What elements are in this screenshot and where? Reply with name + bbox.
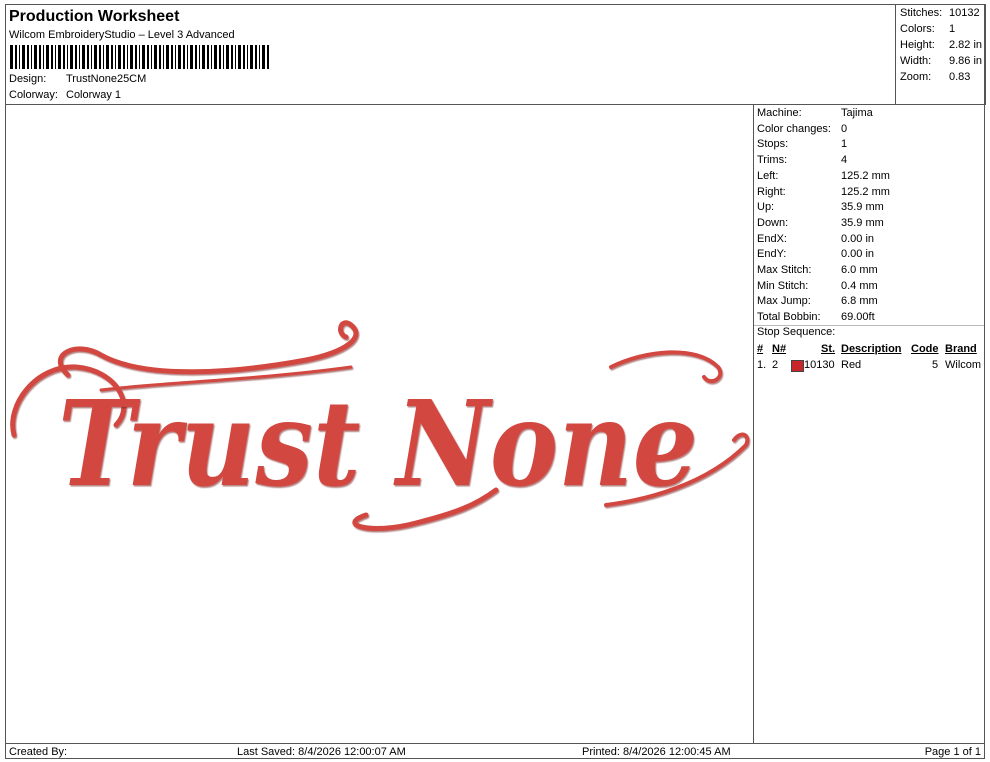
property-row: Trims: 4 — [757, 154, 982, 169]
property-row: Down: 35.9 mm — [757, 217, 982, 232]
property-label: Machine: — [757, 107, 802, 119]
property-value: 35.9 mm — [841, 216, 884, 229]
page-number: Page 1 of 1 — [924, 746, 981, 758]
property-row: EndY: 0.00 in — [757, 248, 982, 263]
barcode-image — [10, 45, 269, 69]
worksheet-header: Production Worksheet Wilcom EmbroiderySt… — [6, 5, 896, 105]
design-preview[interactable]: Trust None — [6, 105, 753, 743]
property-row: Total Bobbin: 69.00ft — [757, 311, 982, 326]
colorway-name: Colorway 1 — [66, 89, 122, 101]
stat-label: Colors: — [900, 23, 935, 35]
stat-value: 0.83 — [949, 71, 971, 83]
property-label: Left: — [757, 169, 779, 182]
cell-needle: 2 — [772, 359, 779, 371]
property-row: Left: 125.2 mm — [757, 170, 982, 185]
property-value: 69.00ft — [841, 311, 875, 324]
property-value: 0.00 in — [841, 248, 875, 261]
properties-panel: Stop Sequence: # N# St. Description Code… — [753, 105, 984, 743]
last-saved: Last Saved: 8/4/2026 12:00:07 AM — [237, 746, 406, 758]
property-label: EndX: — [757, 232, 787, 245]
property-value: 0 — [841, 122, 848, 135]
property-label: Total Bobbin: — [757, 311, 821, 324]
stat-label: Zoom: — [900, 71, 932, 83]
colorway-row: Colorway: Colorway 1 — [9, 89, 121, 101]
colorway-label: Colorway: — [9, 89, 58, 101]
column-header-code: Code — [911, 343, 939, 355]
property-label: Trims: — [757, 154, 788, 167]
color-swatch — [791, 360, 804, 375]
stat-stitches: Stitches: 10132 — [900, 7, 980, 19]
property-label: Max Jump: — [757, 295, 811, 308]
software-name: Wilcom EmbroideryStudio – Level 3 Advanc… — [9, 29, 235, 41]
worksheet-footer: Created By: Last Saved: 8/4/2026 12:00:0… — [6, 743, 984, 760]
property-value: 0.4 mm — [841, 279, 878, 292]
stop-sequence-table: # N# St. Description Code Brand 1. 2 101… — [757, 342, 983, 374]
property-row: Right: 125.2 mm — [757, 186, 982, 201]
column-header-description: Description — [841, 343, 902, 355]
property-row: Color changes: 0 — [757, 123, 982, 138]
stat-zoom: Zoom: 0.83 — [900, 71, 970, 83]
table-row[interactable]: 1. 2 10130 Red 5 Wilcom — [757, 358, 983, 374]
stat-value: 1 — [949, 23, 956, 35]
property-value: 125.2 mm — [841, 185, 890, 198]
property-label: Right: — [757, 185, 786, 198]
column-header-brand: Brand — [945, 343, 977, 355]
property-label: Color changes: — [757, 122, 831, 135]
property-label: Down: — [757, 216, 789, 229]
stat-label: Height: — [900, 39, 935, 51]
property-row: EndX: 0.00 in — [757, 233, 982, 248]
property-value: Tajima — [841, 107, 873, 119]
column-header-needle: N# — [772, 343, 787, 355]
property-label: Min Stitch: — [757, 279, 809, 292]
property-row: Min Stitch: 0.4 mm — [757, 280, 982, 295]
design-text: Trust None — [58, 374, 698, 513]
cell-description: Red — [841, 359, 862, 371]
stat-value: 9.86 in — [949, 55, 983, 67]
property-label: Max Stitch: — [757, 264, 812, 276]
property-value: 35.9 mm — [841, 201, 884, 214]
cell-stitches: 10130 — [804, 359, 835, 371]
worksheet: Production Worksheet Wilcom EmbroiderySt… — [5, 4, 986, 760]
embroidery-design: Trust None — [10, 320, 750, 531]
cell-brand: Wilcom — [945, 359, 982, 371]
design-name: TrustNone25CM — [66, 73, 147, 85]
property-row: Up: 35.9 mm — [757, 201, 982, 216]
property-value: 125.2 mm — [841, 169, 890, 182]
page-title: Production Worksheet — [9, 8, 180, 25]
property-label: EndY: — [757, 248, 787, 261]
stat-value: 10132 — [949, 7, 980, 19]
stop-sequence-title: Stop Sequence: — [754, 325, 984, 341]
created-by: Created By: — [9, 746, 68, 758]
stat-colors: Colors: 1 — [900, 23, 955, 35]
property-row: Max Stitch: 6.0 mm — [757, 264, 982, 279]
printed-date: Printed: 8/4/2026 12:00:45 AM — [582, 746, 731, 758]
property-value: 1 — [841, 138, 848, 151]
property-label: Up: — [757, 201, 775, 214]
property-value: 6.8 mm — [841, 295, 878, 308]
stat-label: Width: — [900, 55, 932, 67]
property-row: Max Jump: 6.8 mm — [757, 295, 982, 310]
thread-color-swatch — [791, 360, 804, 372]
property-value: 4 — [841, 154, 848, 167]
property-row: Machine: Tajima — [757, 107, 982, 122]
stat-height: Height: 2.82 in — [900, 39, 982, 51]
property-label: Stops: — [757, 138, 789, 151]
property-value: 0.00 in — [841, 232, 875, 245]
property-row: Stops: 1 — [757, 138, 982, 153]
stat-width: Width: 9.86 in — [900, 55, 982, 67]
cell-num: 1. — [757, 359, 767, 371]
stat-value: 2.82 in — [949, 39, 983, 51]
property-value: 6.0 mm — [841, 264, 878, 276]
design-label: Design: — [9, 73, 47, 85]
column-header-num: # — [757, 343, 764, 355]
table-header-row: # N# St. Description Code Brand — [757, 342, 983, 358]
cell-code: 5 — [932, 359, 939, 371]
design-row: Design: TrustNone25CM — [9, 73, 146, 85]
design-stats: Stitches: 10132 Colors: 1 Height: 2.82 in W… — [895, 4, 986, 105]
column-header-stitches: St. — [821, 343, 836, 355]
stat-label: Stitches: — [900, 7, 943, 19]
